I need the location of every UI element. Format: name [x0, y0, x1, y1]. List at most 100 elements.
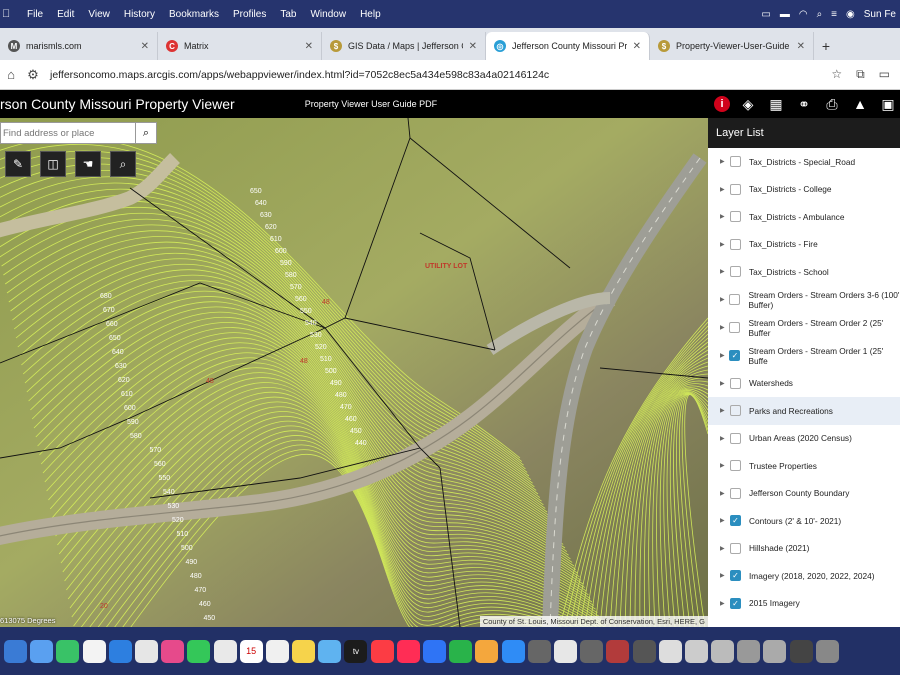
- display-icon[interactable]: ▭: [761, 9, 770, 20]
- dock-app-icon[interactable]: [449, 639, 473, 663]
- map-view[interactable]: UTILITY LOT 680 670 660 650 640 630 620 610 600 5…: [0, 118, 708, 627]
- dock-app-icon[interactable]: [134, 639, 158, 663]
- menu-window[interactable]: Window: [303, 9, 353, 20]
- layer-item[interactable]: ▶ Parks and Recreations: [708, 397, 900, 425]
- layer-item[interactable]: ▶ Tax_Districts - Fire: [708, 231, 900, 259]
- layer-item[interactable]: ▶ Jefferson County Boundary: [708, 480, 900, 508]
- layer-item[interactable]: ▶ ✓ Stream Orders - Stream Order 1 (25' Bu…: [708, 342, 900, 370]
- layer-item[interactable]: ▶ Stream Orders - Stream Orders 3-6 (100'…: [708, 286, 900, 314]
- dock-app-icon[interactable]: [370, 639, 394, 663]
- tab-user-guide[interactable]: $ Property-Viewer-User-Guide ✕: [650, 32, 814, 60]
- dock-app-icon[interactable]: [187, 639, 211, 663]
- dock-app-icon[interactable]: [4, 639, 27, 663]
- dock-app-icon[interactable]: [108, 639, 132, 663]
- layer-checkbox[interactable]: [730, 183, 741, 195]
- layer-checkbox[interactable]: [730, 238, 741, 250]
- dock-app-icon[interactable]: [161, 639, 185, 663]
- layer-checkbox[interactable]: ✓: [730, 515, 741, 527]
- menu-file[interactable]: File: [20, 9, 50, 20]
- url-field[interactable]: jeffersoncomo.maps.arcgis.com/apps/webap…: [50, 69, 831, 81]
- tab-property-viewer[interactable]: ◎ Jefferson County Missouri Pr ✕: [486, 32, 650, 60]
- wifi-icon[interactable]: ◠: [799, 9, 808, 20]
- menu-bookmarks[interactable]: Bookmarks: [162, 9, 226, 20]
- dock-app-icon[interactable]: [501, 639, 525, 663]
- user-guide-link[interactable]: Property Viewer User Guide PDF: [305, 99, 437, 109]
- expand-arrow-icon[interactable]: ▶: [720, 324, 729, 331]
- close-icon[interactable]: ✕: [469, 41, 477, 52]
- dock-app-icon[interactable]: [82, 639, 106, 663]
- expand-arrow-icon[interactable]: ▶: [720, 380, 730, 387]
- layer-item[interactable]: ▶ Trustee Properties: [708, 452, 900, 480]
- battery-icon[interactable]: ▬: [780, 9, 790, 20]
- expand-arrow-icon[interactable]: ▶: [720, 435, 730, 442]
- tab-matrix[interactable]: C Matrix ✕: [158, 32, 322, 60]
- expand-arrow-icon[interactable]: ▶: [720, 545, 730, 552]
- dock-app-icon[interactable]: [292, 639, 316, 663]
- layer-checkbox[interactable]: [730, 377, 741, 389]
- layer-item[interactable]: ▶ ✓ Contours (2' & 10'- 2021): [708, 507, 900, 535]
- siri-icon[interactable]: ◉: [846, 9, 855, 20]
- layer-checkbox[interactable]: ✓: [729, 350, 741, 361]
- dock-app-icon[interactable]: [213, 639, 237, 663]
- cast-icon[interactable]: ▭: [879, 67, 890, 82]
- close-icon[interactable]: ✕: [305, 41, 313, 52]
- expand-arrow-icon[interactable]: ▶: [720, 296, 729, 303]
- menu-tab[interactable]: Tab: [273, 9, 303, 20]
- tab-marismls[interactable]: M marismls.com ✕: [0, 32, 158, 60]
- layer-checkbox[interactable]: [730, 487, 741, 499]
- home-icon[interactable]: ⌂: [0, 67, 22, 82]
- print-icon[interactable]: ⎙: [822, 94, 842, 114]
- map-imagery[interactable]: UTILITY LOT 680 670 660 650 640 630 620 610 600 5…: [0, 118, 708, 627]
- swipe-icon[interactable]: ◫: [40, 151, 66, 177]
- dock-app-icon[interactable]: [737, 639, 761, 663]
- layer-item[interactable]: ▶ ✓ 2015 Imagery: [708, 590, 900, 618]
- dock-app-icon[interactable]: [763, 639, 787, 663]
- expand-arrow-icon[interactable]: ▶: [720, 268, 730, 275]
- menu-edit[interactable]: Edit: [50, 9, 81, 20]
- site-settings-icon[interactable]: ⚙: [22, 67, 44, 83]
- layer-item[interactable]: ▶ Tax_Districts - School: [708, 258, 900, 286]
- layer-checkbox[interactable]: [729, 294, 741, 305]
- expand-arrow-icon[interactable]: ▶: [720, 186, 730, 193]
- binoculars-icon[interactable]: ⚭: [794, 94, 814, 114]
- calendar-icon[interactable]: 15: [239, 639, 263, 663]
- expand-arrow-icon[interactable]: ▶: [720, 600, 730, 607]
- dock-app-icon[interactable]: [684, 639, 708, 663]
- dock-app-icon[interactable]: [423, 639, 446, 663]
- tab-gis-data[interactable]: $ GIS Data / Maps | Jefferson C ✕: [322, 32, 486, 60]
- dock-app-icon[interactable]: [396, 639, 420, 663]
- dock-app-icon[interactable]: [527, 639, 551, 663]
- dock-app-icon[interactable]: [56, 639, 80, 663]
- menu-view[interactable]: View: [81, 9, 117, 20]
- expand-arrow-icon[interactable]: ▶: [720, 158, 730, 165]
- education-icon[interactable]: ▲: [850, 94, 870, 114]
- layer-item[interactable]: ▶ Tax_Districts - Special_Road: [708, 148, 900, 176]
- close-icon[interactable]: ✕: [633, 41, 641, 52]
- layer-item[interactable]: ▶ Hillshade (2021): [708, 535, 900, 563]
- new-tab-button[interactable]: +: [814, 32, 838, 60]
- layer-item[interactable]: ▶ Tax_Districts - Ambulance: [708, 203, 900, 231]
- expand-arrow-icon[interactable]: ▶: [720, 490, 730, 497]
- dock-app-icon[interactable]: [711, 639, 735, 663]
- search-icon[interactable]: ⌕: [817, 9, 823, 20]
- basemap-gallery-icon[interactable]: ▦: [766, 94, 786, 114]
- select-icon[interactable]: ☚: [75, 151, 101, 177]
- clock-text[interactable]: Sun Fe: [864, 9, 896, 20]
- dock-app-icon[interactable]: [606, 639, 630, 663]
- layer-checkbox[interactable]: [730, 432, 741, 444]
- layers-icon[interactable]: ◈: [738, 94, 758, 114]
- extensions-icon[interactable]: ⧉: [856, 67, 865, 82]
- dock-app-icon[interactable]: [632, 639, 656, 663]
- dock-app-icon[interactable]: [815, 639, 839, 663]
- expand-arrow-icon[interactable]: ▶: [720, 462, 730, 469]
- search-icon[interactable]: ⌕: [135, 123, 156, 143]
- close-icon[interactable]: ✕: [797, 41, 805, 52]
- layer-checkbox[interactable]: [730, 542, 741, 554]
- expand-arrow-icon[interactable]: ▶: [720, 213, 730, 220]
- dock-app-icon[interactable]: [318, 639, 342, 663]
- layer-checkbox[interactable]: [730, 460, 741, 472]
- expand-arrow-icon[interactable]: ▶: [720, 517, 730, 524]
- layer-checkbox[interactable]: [730, 156, 741, 168]
- control-center-icon[interactable]: ≡: [831, 9, 837, 20]
- layer-item[interactable]: ▶ Tax_Districts - College: [708, 176, 900, 204]
